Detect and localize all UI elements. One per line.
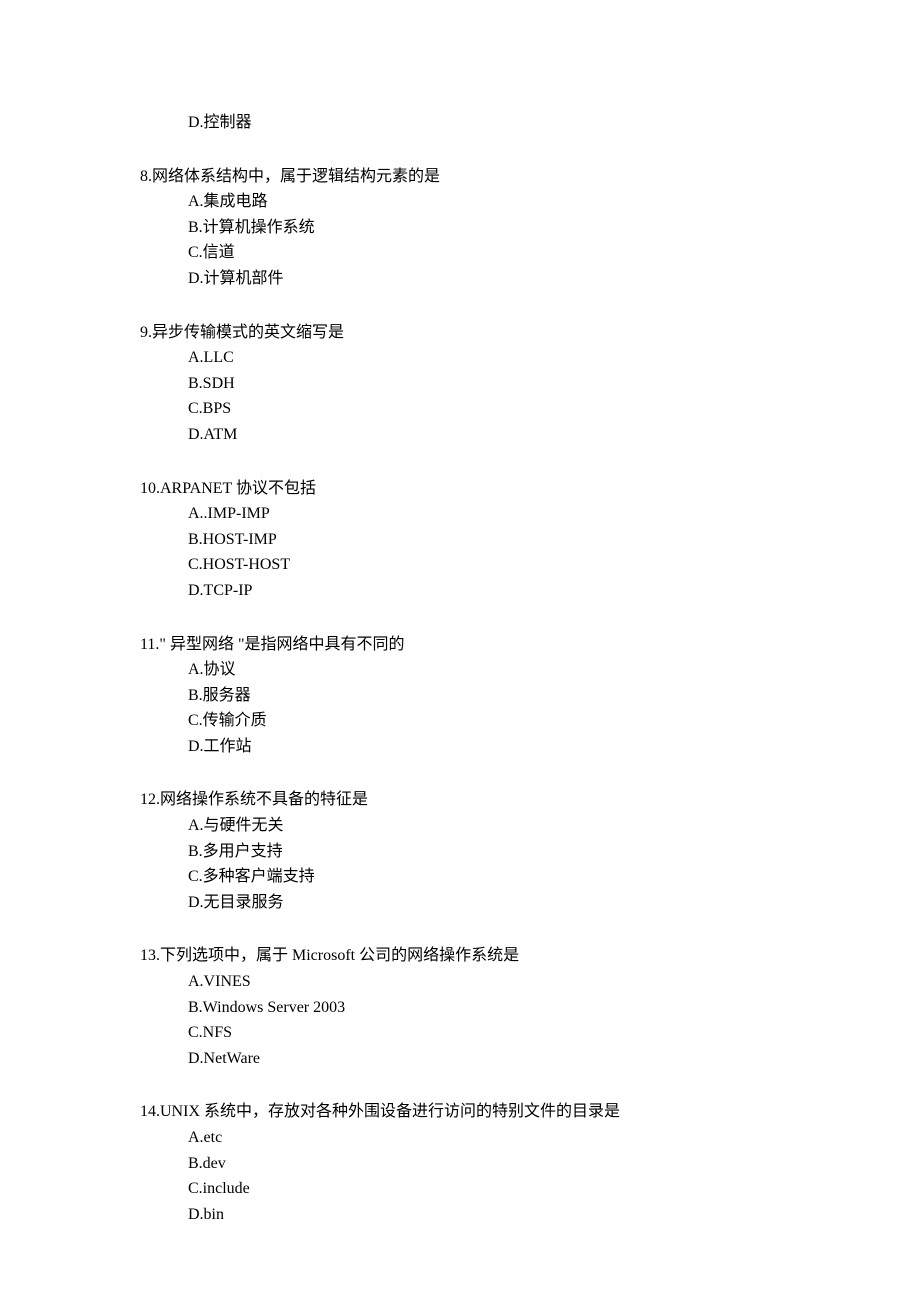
question-stem-text: " 异型网络 "是指网络中具有不同的 [159, 636, 404, 653]
option-line: D.计算机部件 [140, 266, 780, 292]
question-number: 10. [140, 480, 160, 497]
option-text: D.计算机部件 [188, 270, 284, 287]
option-text: B.dev [188, 1155, 226, 1172]
option-line: D.NetWare [140, 1046, 780, 1072]
option-line: C.include [140, 1176, 780, 1202]
option-line: B.多用户支持 [140, 839, 780, 865]
option-text: B.HOST-IMP [188, 531, 277, 548]
option-line: B.HOST-IMP [140, 527, 780, 553]
option-text: C.信道 [188, 244, 235, 261]
question-number: 12. [140, 791, 160, 808]
question-number: 11. [140, 636, 159, 653]
orphan-option-text: D.控制器 [188, 114, 252, 131]
option-text: C.传输介质 [188, 712, 267, 729]
question-stem-text: 下列选项中，属于 Microsoft 公司的网络操作系统是 [160, 947, 519, 964]
question-block: 10.ARPANET 协议不包括 A..IMP-IMP B.HOST-IMP C.HO… [140, 476, 780, 604]
option-text: A.协议 [188, 661, 236, 678]
question-stem: 14.UNIX 系统中，存放对各种外围设备进行访问的特别文件的目录是 [140, 1099, 780, 1125]
question-block: 9.异步传输模式的英文缩写是 A.LLC B.SDH C.BPS D.ATM [140, 320, 780, 448]
option-text: A.与硬件无关 [188, 817, 284, 834]
question-block: 12.网络操作系统不具备的特征是 A.与硬件无关 B.多用户支持 C.多种客户端支持 D… [140, 787, 780, 915]
question-stem-text: 网络操作系统不具备的特征是 [160, 791, 368, 808]
option-line: D.bin [140, 1202, 780, 1228]
question-number: 13. [140, 947, 160, 964]
option-line: B.SDH [140, 371, 780, 397]
question-stem-text: 网络体系结构中，属于逻辑结构元素的是 [152, 168, 440, 185]
question-stem: 9.异步传输模式的英文缩写是 [140, 320, 780, 346]
option-text: B.SDH [188, 375, 235, 392]
option-text: C.HOST-HOST [188, 556, 290, 573]
question-stem: 13.下列选项中，属于 Microsoft 公司的网络操作系统是 [140, 943, 780, 969]
question-stem-text: UNIX 系统中，存放对各种外围设备进行访问的特别文件的目录是 [160, 1103, 620, 1120]
option-line: A.etc [140, 1125, 780, 1151]
option-line: B.Windows Server 2003 [140, 995, 780, 1021]
option-line: C.NFS [140, 1020, 780, 1046]
option-text: C.include [188, 1180, 250, 1197]
question-block: 14.UNIX 系统中，存放对各种外围设备进行访问的特别文件的目录是 A.etc B… [140, 1099, 780, 1227]
question-stem: 8.网络体系结构中，属于逻辑结构元素的是 [140, 164, 780, 190]
option-text: A.VINES [188, 973, 251, 990]
option-line: A.LLC [140, 345, 780, 371]
question-number: 14. [140, 1103, 160, 1120]
option-text: D.工作站 [188, 738, 252, 755]
option-text: C.NFS [188, 1024, 232, 1041]
option-line: C.多种客户端支持 [140, 864, 780, 890]
option-text: A.etc [188, 1129, 222, 1146]
option-text: A..IMP-IMP [188, 505, 270, 522]
question-block: 8.网络体系结构中，属于逻辑结构元素的是 A.集成电路 B.计算机操作系统 C.信道 D… [140, 164, 780, 292]
question-stem: 10.ARPANET 协议不包括 [140, 476, 780, 502]
option-text: B.多用户支持 [188, 843, 283, 860]
question-stem: 12.网络操作系统不具备的特征是 [140, 787, 780, 813]
option-line: A.集成电路 [140, 189, 780, 215]
option-line: C.HOST-HOST [140, 552, 780, 578]
question-number: 9. [140, 324, 152, 341]
option-text: C.多种客户端支持 [188, 868, 315, 885]
option-line: D.无目录服务 [140, 890, 780, 916]
option-line: D.工作站 [140, 734, 780, 760]
option-text: B.服务器 [188, 687, 251, 704]
option-line: A.协议 [140, 657, 780, 683]
option-line: A..IMP-IMP [140, 501, 780, 527]
option-line: B.dev [140, 1151, 780, 1177]
option-line: B.服务器 [140, 683, 780, 709]
option-text: D.无目录服务 [188, 894, 284, 911]
option-text: B.计算机操作系统 [188, 219, 315, 236]
question-stem: 11." 异型网络 "是指网络中具有不同的 [140, 632, 780, 658]
option-text: C.BPS [188, 400, 231, 417]
question-block: 11." 异型网络 "是指网络中具有不同的 A.协议 B.服务器 C.传输介质 D.工作… [140, 632, 780, 760]
question-block: 13.下列选项中，属于 Microsoft 公司的网络操作系统是 A.VINES B… [140, 943, 780, 1071]
orphan-option: D.控制器 [140, 110, 780, 136]
option-line: C.信道 [140, 240, 780, 266]
questions-container: 8.网络体系结构中，属于逻辑结构元素的是 A.集成电路 B.计算机操作系统 C.信道 D… [140, 164, 780, 1228]
option-line: C.传输介质 [140, 708, 780, 734]
option-line: D.ATM [140, 422, 780, 448]
option-text: D.bin [188, 1206, 224, 1223]
option-line: A.VINES [140, 969, 780, 995]
question-stem-text: 异步传输模式的英文缩写是 [152, 324, 344, 341]
option-text: A.LLC [188, 349, 234, 366]
option-text: B.Windows Server 2003 [188, 999, 345, 1016]
option-line: B.计算机操作系统 [140, 215, 780, 241]
option-line: C.BPS [140, 396, 780, 422]
option-text: D.NetWare [188, 1050, 260, 1067]
question-stem-text: ARPANET 协议不包括 [160, 480, 316, 497]
question-number: 8. [140, 168, 152, 185]
option-text: D.ATM [188, 426, 237, 443]
option-line: A.与硬件无关 [140, 813, 780, 839]
option-line: D.TCP-IP [140, 578, 780, 604]
option-text: A.集成电路 [188, 193, 268, 210]
option-text: D.TCP-IP [188, 582, 252, 599]
